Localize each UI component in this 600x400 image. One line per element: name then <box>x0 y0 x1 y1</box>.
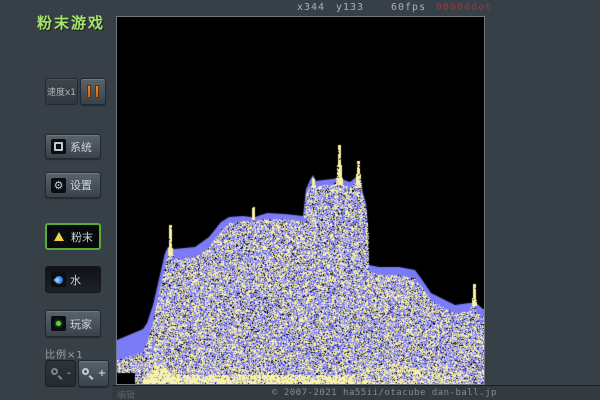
player-label: 玩家 <box>70 316 92 332</box>
sidebar-item-player[interactable]: 玩家 <box>45 310 101 337</box>
sidebar-item-settings[interactable]: ⚙ 设置 <box>45 172 101 198</box>
zoom-out-button[interactable]: - <box>45 360 76 387</box>
footer-bar: 编辑 © 2007-2021 ha55ii/otacube dan-ball.j… <box>112 385 600 400</box>
powder-label: 粉末 <box>71 229 93 245</box>
magnifier-minus-icon <box>50 367 63 380</box>
speed-button[interactable]: 速度x1 <box>45 78 78 105</box>
element-button-powder[interactable]: 粉末 <box>45 223 101 250</box>
player-icon <box>51 316 66 331</box>
cursor-y-readout: y133 <box>336 2 364 13</box>
zoom-in-button[interactable]: + <box>78 360 109 387</box>
game-area-frame <box>116 16 485 385</box>
scale-label: 比例×1 <box>45 346 84 361</box>
powder-icon <box>52 229 67 244</box>
pause-button[interactable] <box>80 78 106 105</box>
game-canvas[interactable] <box>117 17 484 384</box>
page-title: 粉末游戏 <box>37 12 105 33</box>
settings-label: 设置 <box>70 177 92 193</box>
copyright-text: © 2007-2021 ha55ii/otacube dan-ball.jp <box>272 388 497 398</box>
edit-label: 编辑 <box>117 388 135 400</box>
pause-icon <box>95 85 99 98</box>
system-label: 系统 <box>70 139 92 155</box>
speed-label: 速度x1 <box>47 85 76 98</box>
fps-readout: 60fps <box>391 2 426 13</box>
dot-count-readout: 00000dot <box>436 2 492 13</box>
monitor-icon <box>51 139 66 154</box>
sidebar-item-system[interactable]: 系统 <box>45 134 101 159</box>
powder-game-app: x344 y133 60fps 00000dot 粉末游戏 速度x1 系统 ⚙ … <box>0 0 600 400</box>
cursor-x-readout: x344 <box>297 2 325 13</box>
pause-icon <box>87 85 91 98</box>
water-label: 水 <box>70 272 81 288</box>
gear-icon: ⚙ <box>51 178 66 193</box>
water-icon <box>51 272 66 287</box>
element-button-water[interactable]: 水 <box>45 266 101 293</box>
magnifier-plus-icon <box>81 367 94 380</box>
